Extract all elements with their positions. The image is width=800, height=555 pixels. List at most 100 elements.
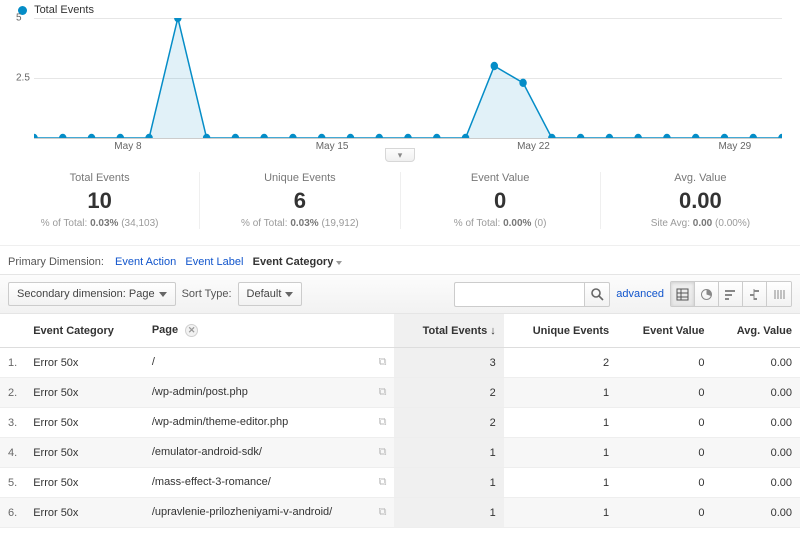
data-point[interactable]	[778, 134, 782, 138]
data-point[interactable]	[433, 134, 440, 138]
cell-unique-events: 1	[504, 408, 617, 438]
col-avg-value[interactable]: Avg. Value	[713, 314, 800, 348]
sort-desc-icon: ↓	[490, 325, 496, 337]
data-point[interactable]	[577, 134, 584, 138]
cell-event-category: Error 50x	[25, 468, 144, 498]
caret-down-icon	[285, 292, 293, 297]
col-event-value[interactable]: Event Value	[617, 314, 712, 348]
x-tick-label: May 8	[114, 141, 141, 152]
bars-icon	[724, 288, 737, 301]
data-point[interactable]	[260, 134, 267, 138]
data-point[interactable]	[174, 18, 181, 22]
remove-dimension-icon[interactable]: ✕	[185, 324, 198, 337]
data-point[interactable]	[548, 134, 555, 138]
scorecard-value: 0.00	[609, 190, 792, 212]
table-row[interactable]: 4.Error 50x/emulator-android-sdk/⧉1100.0…	[0, 438, 800, 468]
scorecard[interactable]: Avg. Value0.00Site Avg: 0.00 (0.00%)	[601, 172, 800, 229]
chart-container: Total Events 2.55May 8May 15May 22May 29…	[0, 0, 800, 160]
data-point[interactable]	[375, 134, 382, 138]
data-point[interactable]	[145, 134, 152, 138]
data-point[interactable]	[721, 134, 728, 138]
cell-avg-value: 0.00	[713, 468, 800, 498]
data-point[interactable]	[749, 134, 756, 138]
col-event-category[interactable]: Event Category	[25, 314, 144, 348]
row-index: 2.	[0, 378, 25, 408]
sort-type-label: Sort Type:	[182, 288, 232, 300]
view-toggle-group	[670, 281, 792, 307]
data-point[interactable]	[634, 134, 641, 138]
secondary-dimension-label: Secondary dimension: Page	[17, 288, 155, 300]
data-point[interactable]	[318, 134, 325, 138]
data-point[interactable]	[404, 134, 411, 138]
data-point[interactable]	[88, 134, 95, 138]
search-input[interactable]	[454, 282, 584, 307]
data-point[interactable]	[462, 134, 469, 138]
data-point[interactable]	[347, 134, 354, 138]
data-point[interactable]	[663, 134, 670, 138]
data-point[interactable]	[203, 134, 210, 138]
scorecard-subtext: % of Total: 0.03% (19,912)	[208, 218, 391, 229]
primary-dimension-option[interactable]: Event Label	[185, 256, 243, 268]
data-point[interactable]	[232, 134, 239, 138]
data-point[interactable]	[606, 134, 613, 138]
sort-type-value: Default	[247, 288, 282, 300]
scorecard[interactable]: Event Value0% of Total: 0.00% (0)	[401, 172, 601, 229]
data-point[interactable]	[692, 134, 699, 138]
data-point[interactable]	[289, 134, 296, 138]
col-page-label: Page	[152, 324, 178, 336]
cell-total-events: 1	[394, 438, 503, 468]
scorecard-value: 6	[208, 190, 391, 212]
scorecard[interactable]: Unique Events6% of Total: 0.03% (19,912)	[200, 172, 400, 229]
primary-dimension-option[interactable]: Event Action	[115, 256, 176, 268]
external-link-icon[interactable]: ⧉	[379, 386, 387, 399]
primary-dimension-option[interactable]: Event Category	[253, 256, 334, 268]
primary-dimension-row: Primary Dimension: Event Action Event La…	[0, 246, 800, 274]
search-button[interactable]	[584, 282, 610, 307]
external-link-icon[interactable]: ⧉	[379, 356, 387, 369]
table-row[interactable]: 1.Error 50x/⧉3200.00	[0, 348, 800, 378]
view-comparison-button[interactable]	[743, 282, 767, 306]
data-point[interactable]	[34, 134, 38, 138]
data-point[interactable]	[519, 79, 526, 87]
data-table: Event Category Page ✕ Total Events ↓ Uni…	[0, 314, 800, 528]
table-row[interactable]: 2.Error 50x/wp-admin/post.php⧉2100.00	[0, 378, 800, 408]
chevron-down-icon: ▾	[398, 150, 403, 160]
scorecard[interactable]: Total Events10% of Total: 0.03% (34,103)	[0, 172, 200, 229]
chart-legend-item[interactable]: Total Events	[18, 4, 782, 16]
y-tick-label: 5	[16, 13, 22, 24]
cell-avg-value: 0.00	[713, 408, 800, 438]
table-row[interactable]: 5.Error 50x/mass-effect-3-romance/⧉1100.…	[0, 468, 800, 498]
y-tick-label: 2.5	[16, 73, 30, 84]
cell-event-category: Error 50x	[25, 348, 144, 378]
table-row[interactable]: 6.Error 50x/upravlenie-prilozheniyami-v-…	[0, 498, 800, 528]
x-tick-label: May 15	[316, 141, 349, 152]
data-point[interactable]	[491, 62, 498, 70]
data-point[interactable]	[59, 134, 66, 138]
data-point[interactable]	[117, 134, 124, 138]
cell-event-value: 0	[617, 348, 712, 378]
scorecard-label: Avg. Value	[609, 172, 792, 184]
col-unique-events[interactable]: Unique Events	[504, 314, 617, 348]
view-pivot-button[interactable]	[767, 282, 791, 306]
external-link-icon[interactable]: ⧉	[379, 416, 387, 429]
table-icon	[676, 288, 689, 301]
sort-type-button[interactable]: Default	[238, 282, 303, 306]
external-link-icon[interactable]: ⧉	[379, 476, 387, 489]
pie-icon	[700, 288, 713, 301]
col-total-events[interactable]: Total Events ↓	[394, 314, 503, 348]
col-total-label: Total Events	[423, 325, 488, 337]
scorecard-value: 0	[409, 190, 592, 212]
secondary-dimension-button[interactable]: Secondary dimension: Page	[8, 282, 176, 306]
cell-page: /wp-admin/post.php⧉	[144, 378, 395, 408]
view-bars-button[interactable]	[719, 282, 743, 306]
table-row[interactable]: 3.Error 50x/wp-admin/theme-editor.php⧉21…	[0, 408, 800, 438]
external-link-icon[interactable]: ⧉	[379, 506, 387, 519]
chart-expand-handle[interactable]: ▾	[385, 148, 415, 162]
chart-plot-area: 2.55May 8May 15May 22May 29	[18, 18, 782, 138]
table-header-row: Event Category Page ✕ Total Events ↓ Uni…	[0, 314, 800, 348]
external-link-icon[interactable]: ⧉	[379, 446, 387, 459]
advanced-link[interactable]: advanced	[616, 288, 664, 300]
view-table-button[interactable]	[671, 282, 695, 306]
col-page[interactable]: Page ✕	[144, 314, 395, 348]
view-pie-button[interactable]	[695, 282, 719, 306]
